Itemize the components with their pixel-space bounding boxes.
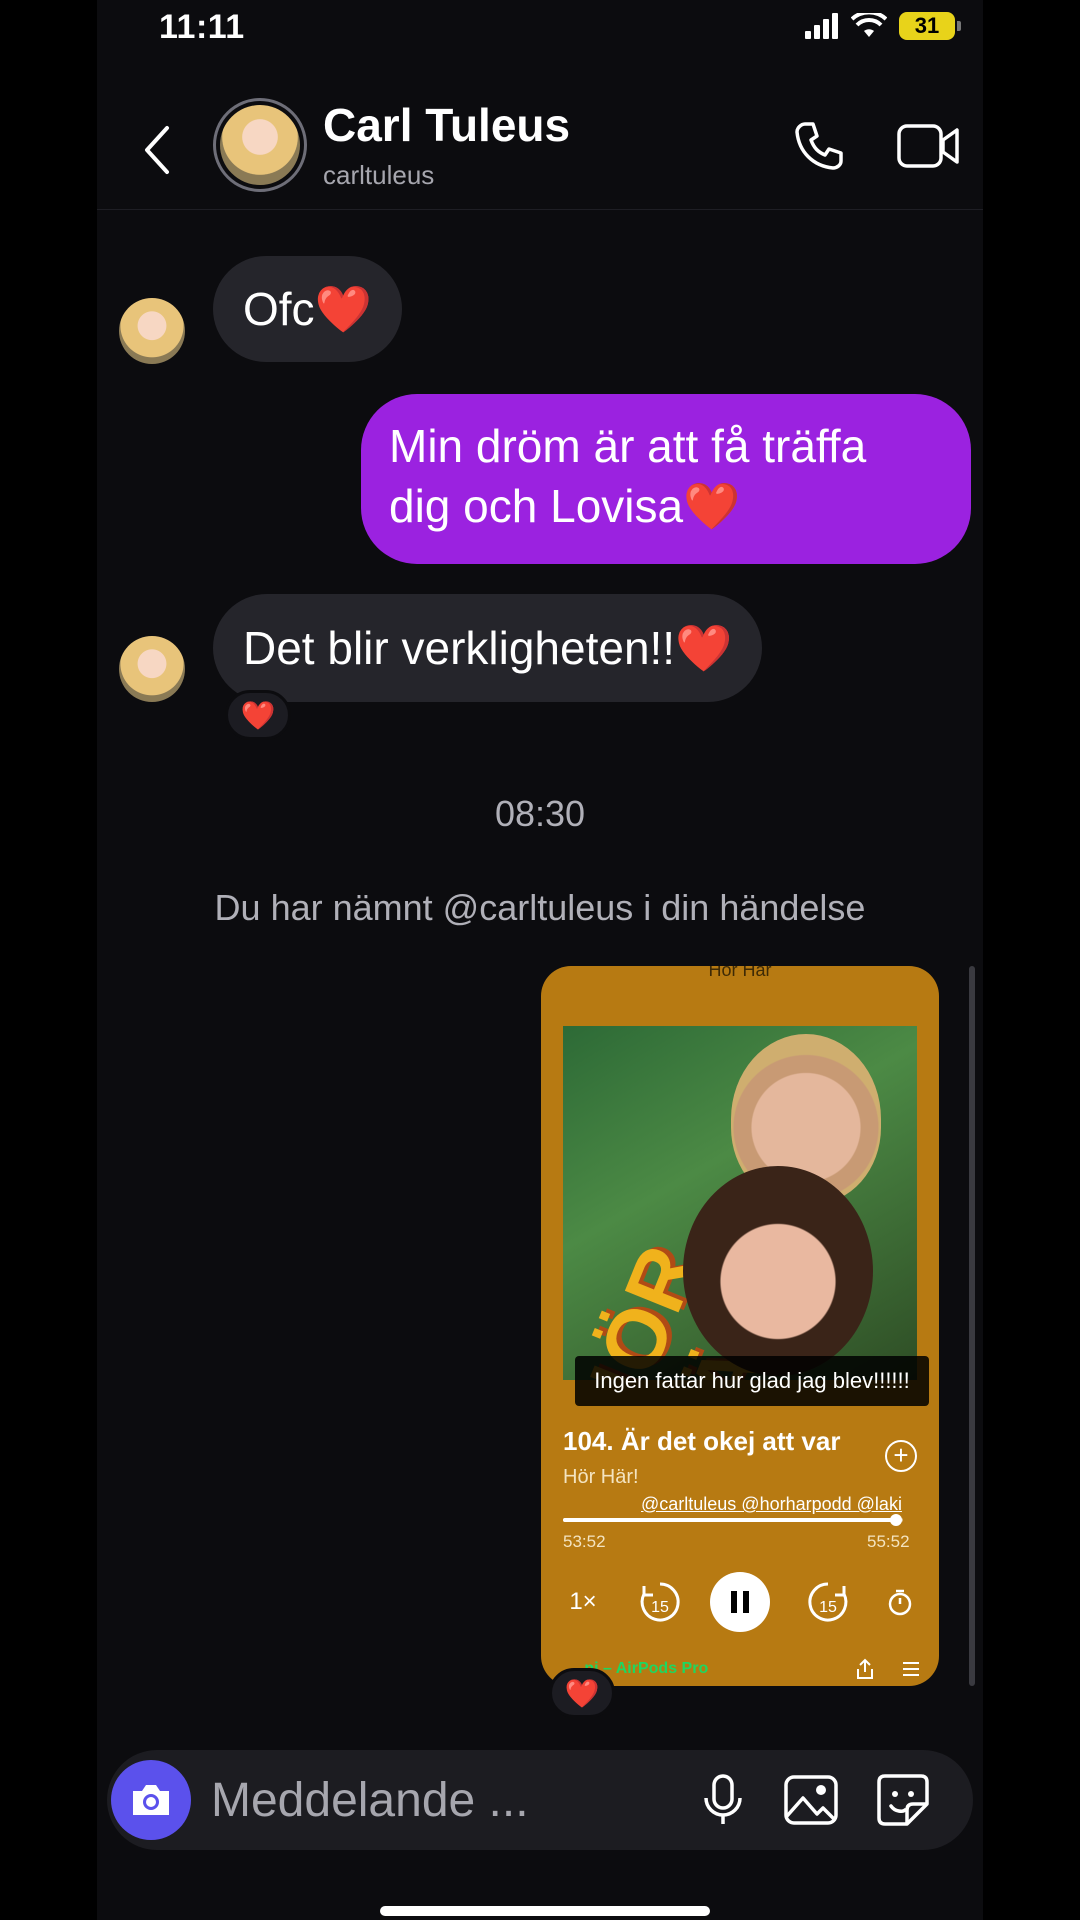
episode-title: 104. Är det okej att var [563,1426,841,1456]
pause-icon [731,1591,749,1613]
chat-screen: 11:11 31 Carl Tuleus carltuleus Ofc ❤️ M… [97,0,983,1920]
story-top-label: Hör Här [708,966,772,980]
reaction-badge[interactable]: ❤️ [549,1668,615,1718]
forward-15-icon[interactable]: 15 [801,1572,855,1632]
microphone-icon[interactable] [697,1774,749,1826]
add-icon[interactable]: + [885,1440,917,1472]
story-caption: Ingen fattar hur glad jag blev!!!!!! [575,1356,929,1406]
show-name: Hör Här! [563,1466,639,1488]
outgoing-message[interactable]: Min dröm är att få träffa dig och Lovisa… [361,394,971,564]
battery-icon: 31 [899,12,961,40]
camera-icon [133,1785,169,1815]
mention-notice: Du har nämnt @carltuleus i din händelse [214,887,866,928]
heart-emoji: ❤️ [683,480,741,532]
incoming-message[interactable]: Ofc ❤️ [213,256,402,362]
message-text: Det blir verkligheten!! [243,622,676,674]
sleep-timer-icon[interactable] [883,1572,917,1632]
sender-avatar[interactable] [119,298,185,364]
contact-avatar[interactable] [213,98,307,192]
contact-name[interactable]: Carl Tuleus [323,98,570,152]
queue-icon[interactable] [901,1660,921,1678]
speed-button[interactable]: 1× [563,1572,603,1632]
progress-fill [563,1514,903,1526]
player-controls: 1× 15 15 [563,1572,917,1632]
back-arrow-icon[interactable] [137,120,177,180]
home-indicator[interactable] [380,1906,710,1916]
message-input[interactable] [211,1770,591,1830]
message-text: Ofc [243,283,315,335]
gallery-icon[interactable] [783,1774,839,1826]
share-icon[interactable] [855,1658,875,1680]
shared-story[interactable]: Hör Här HÖR HÄR! Ingen fattar hur glad j… [541,966,939,1686]
podcast-cover: HÖR HÄR! [563,1026,917,1380]
phone-icon[interactable] [791,118,847,174]
heart-emoji: ❤️ [675,621,733,674]
message-composer [107,1750,973,1850]
status-time: 11:11 [159,8,245,46]
playback-progress [563,1514,903,1526]
camera-button[interactable] [111,1760,191,1840]
wifi-icon [851,13,887,37]
time-elapsed: 53:52 [563,1532,606,1551]
pause-button[interactable] [710,1572,770,1632]
heart-emoji: ❤️ [314,282,372,335]
message-line: Min dröm är att få träffa [389,420,867,472]
cover-person [683,1166,873,1376]
scrollbar[interactable] [969,966,975,1686]
reaction-badge[interactable]: ❤️ [225,690,291,740]
incoming-message[interactable]: Det blir verkligheten!! ❤️ [213,594,763,702]
timestamp: 08:30 [494,793,586,834]
rewind-15-icon[interactable]: 15 [633,1572,687,1632]
time-total: 55:52 [867,1532,910,1551]
avatar-image [220,105,300,185]
forward-label: 15 [819,1599,837,1616]
rewind-label: 15 [651,1599,669,1616]
sticker-icon[interactable] [875,1772,931,1828]
story-mentions[interactable]: @carltuleus @horharpodd @laki [641,1494,902,1515]
chat-header: Carl Tuleus carltuleus [97,90,983,210]
signal-icon [805,13,838,39]
video-call-icon[interactable] [897,120,959,172]
sender-avatar[interactable] [119,636,185,702]
status-indicators: 31 [805,12,961,40]
contact-handle[interactable]: carltuleus [323,160,434,191]
message-line: dig och Lovisa [389,480,684,532]
